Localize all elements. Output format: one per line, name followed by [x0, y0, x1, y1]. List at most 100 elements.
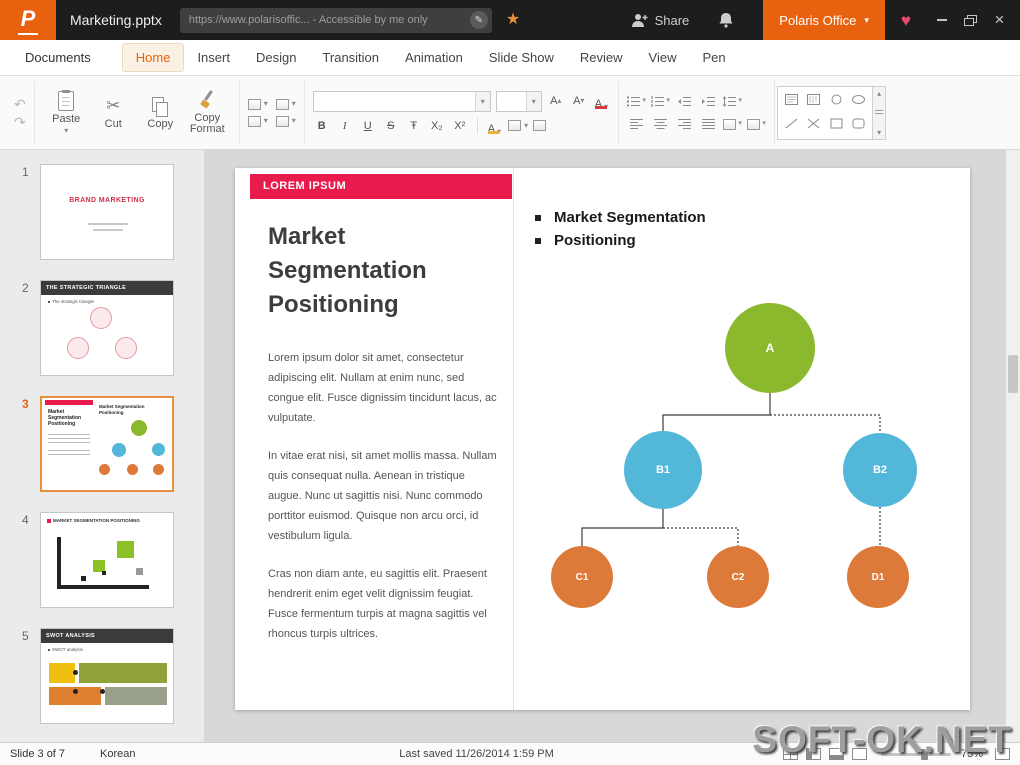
font-color-button[interactable]: A▾	[593, 92, 610, 110]
org-node-b2[interactable]: B2	[843, 433, 917, 507]
share-button[interactable]: Share	[632, 13, 690, 28]
bullet-item[interactable]: Market Segmentation	[535, 206, 706, 229]
normal-view-icon[interactable]	[806, 748, 821, 760]
reading-view-icon[interactable]	[852, 748, 867, 760]
bold-button[interactable]: B	[313, 117, 331, 135]
heart-icon[interactable]: ♥	[901, 12, 911, 29]
notifications-bell-icon[interactable]	[719, 12, 733, 28]
slide-sorter-view-icon[interactable]	[783, 748, 798, 760]
paste-button[interactable]: Paste ▾	[43, 91, 90, 134]
character-spacing-button[interactable]: ▾	[508, 120, 528, 131]
decrease-indent-button[interactable]	[675, 92, 694, 110]
undo-button[interactable]: ↶	[14, 97, 26, 111]
slide-canvas[interactable]: LOREM IPSUM Market Segmentation Position…	[235, 168, 970, 710]
language-indicator[interactable]: Korean	[100, 748, 170, 760]
new-slide-button[interactable]: ▾	[248, 99, 268, 110]
superscript-button[interactable]: X²	[451, 117, 469, 135]
subscript-button[interactable]: X₂	[428, 117, 446, 135]
text-direction-button[interactable]: ▾	[747, 115, 766, 133]
line-shape[interactable]	[785, 116, 798, 134]
tab-slide-show[interactable]: Slide Show	[476, 44, 567, 71]
account-menu-button[interactable]: Polaris Office ▾	[763, 0, 885, 40]
slide-banner[interactable]: LOREM IPSUM	[250, 174, 512, 199]
cut-button[interactable]: ✂ Cut	[90, 96, 137, 130]
tab-animation[interactable]: Animation	[392, 44, 476, 71]
org-node-c1[interactable]: C1	[551, 546, 613, 608]
rectangle-shape[interactable]	[830, 116, 843, 134]
bullet-list-button[interactable]: ▾	[627, 92, 646, 110]
text-highlight-button[interactable]: A▾	[486, 117, 503, 135]
slide-thumbnail-2[interactable]: THE STRATEGIC TRIANGLE The strategic tri…	[40, 280, 174, 376]
vertical-scrollbar[interactable]	[1005, 150, 1020, 742]
favorite-star-icon[interactable]: ★	[506, 12, 520, 28]
polaris-logo[interactable]: P	[0, 0, 56, 40]
copy-button[interactable]: Copy	[137, 96, 184, 130]
tab-documents[interactable]: Documents	[12, 44, 104, 71]
grow-font-button[interactable]: A▴	[547, 92, 565, 110]
slide-layout-button[interactable]: ▾	[276, 99, 296, 110]
crossed-lines-shape[interactable]	[807, 116, 820, 134]
slide-paragraph[interactable]: Cras non diam ante, eu sagittis elit. Pr…	[268, 564, 500, 644]
gallery-scroll-up-icon[interactable]: ▴	[877, 89, 881, 98]
text-box-shape[interactable]	[785, 92, 798, 110]
line-spacing-button[interactable]: ▾	[723, 92, 742, 110]
close-button[interactable]: ×	[985, 0, 1014, 40]
double-strikethrough-button[interactable]: Ŧ	[405, 117, 423, 135]
notes-view-icon[interactable]	[829, 748, 844, 760]
edit-link-icon[interactable]: ✎	[470, 11, 488, 29]
zoom-slider-thumb[interactable]	[921, 749, 928, 760]
increase-indent-button[interactable]	[699, 92, 718, 110]
slide-title[interactable]: Market Segmentation Positioning	[268, 220, 468, 322]
tab-view[interactable]: View	[636, 44, 690, 71]
share-url-bar[interactable]: https://www.polarisoffic... - Accessible…	[180, 8, 492, 33]
org-node-c2[interactable]: C2	[707, 546, 769, 608]
tab-design[interactable]: Design	[243, 44, 309, 71]
zoom-slider[interactable]	[881, 753, 951, 756]
slide-thumbnail-4[interactable]: MARKET SEGMENTATION POSITIONING	[40, 512, 174, 608]
align-left-button[interactable]	[627, 115, 646, 133]
tab-home[interactable]: Home	[122, 43, 185, 72]
copy-format-button[interactable]: Copy Format	[184, 90, 231, 135]
slide-thumbnail-3-selected[interactable]: Market Segmentation Positioning Market S…	[40, 396, 174, 492]
numbered-list-button[interactable]: ▾	[651, 92, 670, 110]
align-center-button[interactable]	[651, 115, 670, 133]
chevron-down-icon[interactable]: ▾	[475, 92, 490, 111]
reset-slide-button[interactable]: ▾	[248, 116, 268, 127]
slide-bullet-list[interactable]: Market Segmentation Positioning	[535, 206, 706, 252]
scrollbar-thumb[interactable]	[1008, 355, 1018, 393]
org-node-a[interactable]: A	[725, 303, 815, 393]
clear-formatting-button[interactable]	[533, 120, 546, 131]
tab-insert[interactable]: Insert	[184, 44, 243, 71]
slide-paragraph[interactable]: In vitae erat nisi, sit amet mollis mass…	[268, 446, 500, 546]
fit-to-window-icon[interactable]	[995, 748, 1010, 760]
align-right-button[interactable]	[675, 115, 694, 133]
vertical-text-box-shape[interactable]	[807, 92, 820, 110]
bullet-item[interactable]: Positioning	[535, 229, 706, 252]
circle-shape[interactable]	[830, 92, 843, 110]
tab-transition[interactable]: Transition	[309, 44, 392, 71]
strikethrough-button[interactable]: S	[382, 117, 400, 135]
vertical-align-button[interactable]: ▾	[723, 115, 742, 133]
section-button[interactable]: ▾	[276, 116, 296, 127]
minimize-button[interactable]	[927, 0, 956, 40]
font-size-select[interactable]: ▾	[496, 91, 542, 112]
gallery-expand-icon[interactable]	[875, 110, 883, 116]
slide-body-text[interactable]: Lorem ipsum dolor sit amet, consectetur …	[268, 348, 500, 662]
tab-pen[interactable]: Pen	[689, 44, 738, 71]
restore-button[interactable]	[956, 0, 985, 40]
tab-review[interactable]: Review	[567, 44, 636, 71]
rounded-rectangle-shape[interactable]	[852, 116, 865, 134]
font-family-select[interactable]: ▾	[313, 91, 491, 112]
slide-paragraph[interactable]: Lorem ipsum dolor sit amet, consectetur …	[268, 348, 500, 428]
org-node-d1[interactable]: D1	[847, 546, 909, 608]
slide-editor-area[interactable]: LOREM IPSUM Market Segmentation Position…	[205, 150, 1005, 742]
shrink-font-button[interactable]: A▾	[570, 92, 588, 110]
org-node-b1[interactable]: B1	[624, 431, 702, 509]
slide-thumbnail-1[interactable]: BRAND MARKETING	[40, 164, 174, 260]
ellipse-shape[interactable]	[852, 92, 865, 110]
justify-button[interactable]	[699, 115, 718, 133]
underline-button[interactable]: U	[359, 117, 377, 135]
redo-button[interactable]: ↷	[14, 115, 26, 129]
chevron-down-icon[interactable]: ▾	[526, 92, 541, 111]
italic-button[interactable]: I	[336, 117, 354, 135]
